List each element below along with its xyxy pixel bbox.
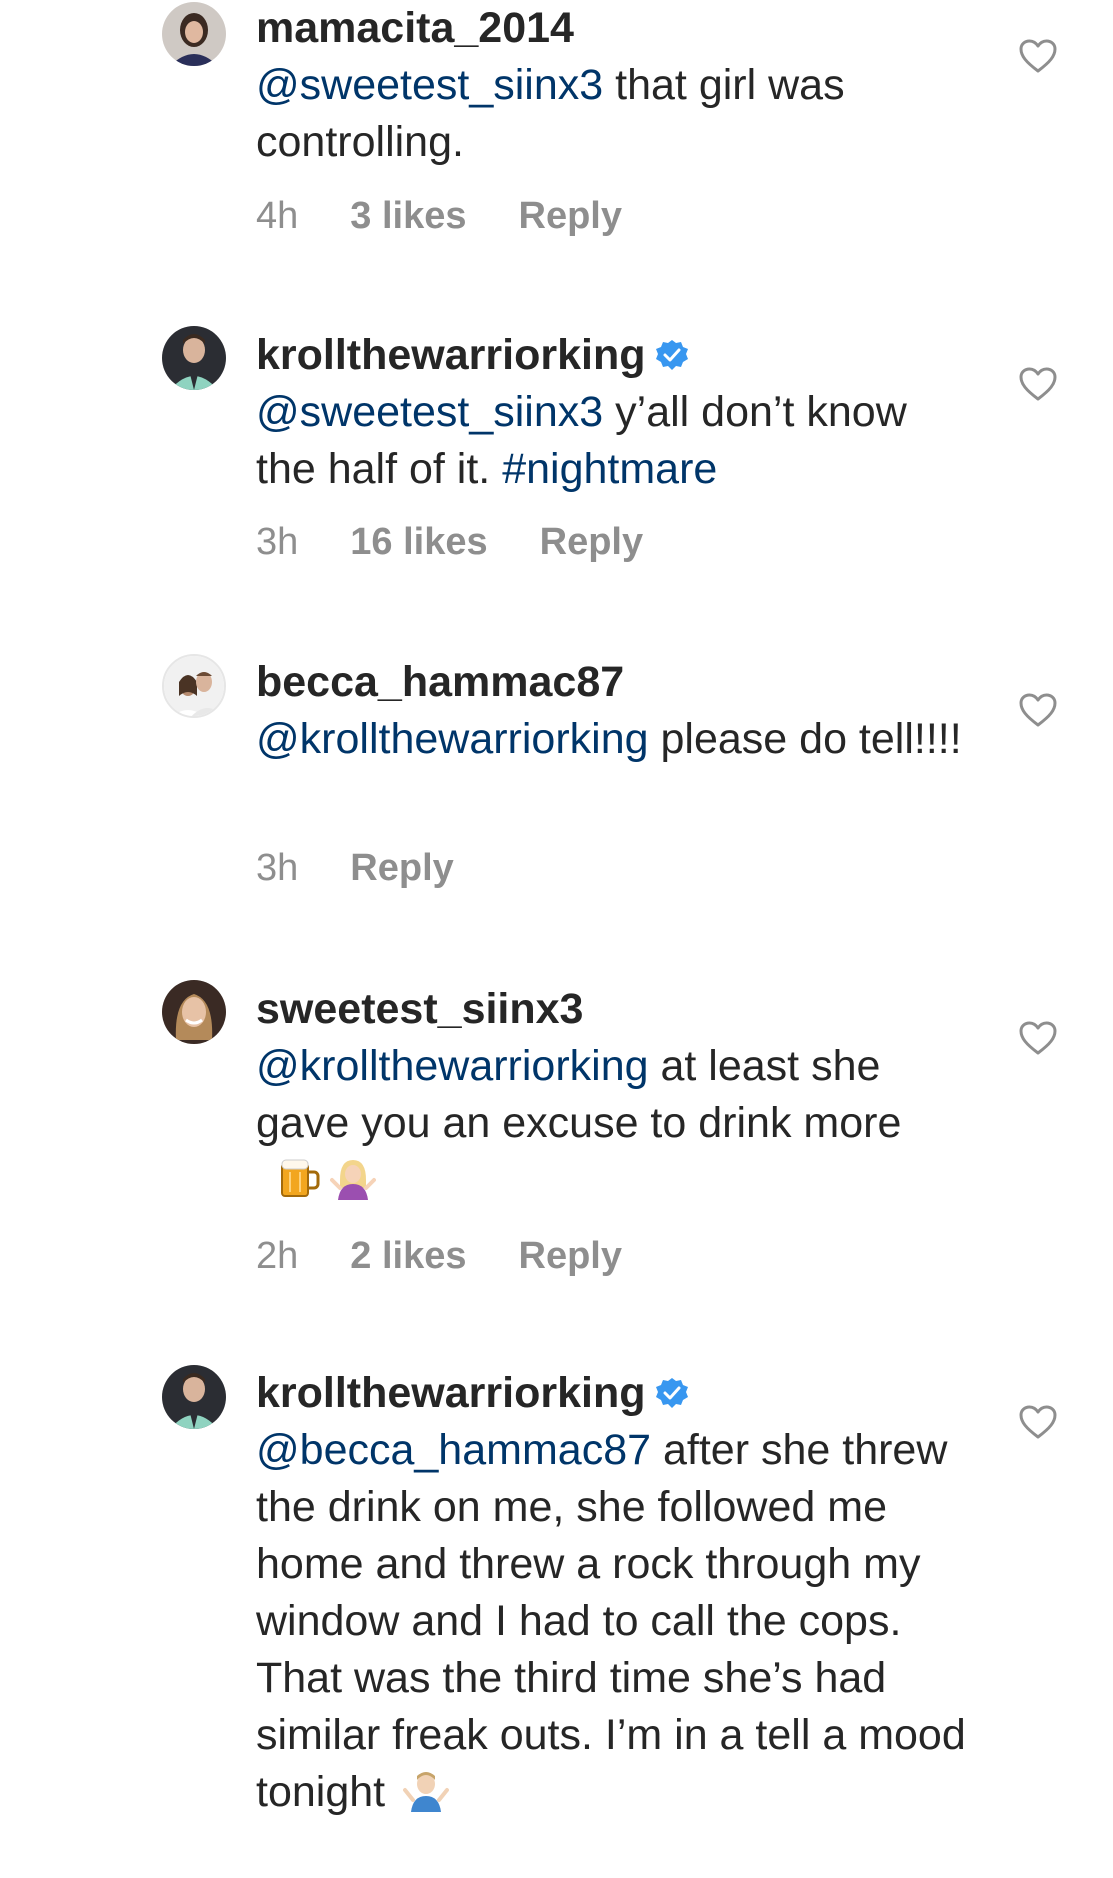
mention-link[interactable]: @sweetest_siinx3 bbox=[256, 388, 603, 436]
likes-count[interactable]: 3 likes bbox=[350, 194, 466, 238]
likes-count[interactable]: 16 likes bbox=[350, 520, 487, 564]
timestamp: 2h bbox=[256, 1235, 299, 1277]
comment-meta: 4h 3 likes Reply bbox=[256, 194, 622, 238]
timestamp: 4h bbox=[256, 195, 299, 237]
username[interactable]: krollthewarriorking bbox=[256, 1369, 645, 1417]
heart-outline-icon[interactable] bbox=[1018, 38, 1058, 74]
username[interactable]: krollthewarriorking bbox=[256, 331, 645, 379]
avatar[interactable] bbox=[162, 980, 226, 1044]
heart-outline-icon[interactable] bbox=[1018, 366, 1058, 402]
hashtag-link[interactable]: #nightmare bbox=[502, 445, 717, 493]
comment-meta: 3h 16 likes Reply bbox=[256, 520, 643, 564]
reply-button[interactable]: Reply bbox=[350, 846, 453, 890]
reply-button[interactable]: Reply bbox=[540, 520, 643, 564]
likes-count[interactable]: 2 likes bbox=[350, 1234, 466, 1278]
comment-meta: 2h 2 likes Reply bbox=[256, 1234, 622, 1278]
reply-button[interactable]: Reply bbox=[519, 194, 622, 238]
comment-meta: 3h Reply bbox=[256, 846, 454, 890]
mention-link[interactable]: @krollthewarriorking bbox=[256, 1042, 649, 1090]
comment-message: please do tell!!!! bbox=[648, 715, 962, 763]
mention-link[interactable]: @becca_hammac87 bbox=[256, 1426, 651, 1474]
comment-text: sweetest_siinx3 @krollthewarriorking at … bbox=[256, 981, 966, 1209]
timestamp: 3h bbox=[256, 847, 299, 889]
reply-button[interactable]: Reply bbox=[519, 1234, 622, 1278]
comment-text: becca_hammac87 @krollthewarriorking plea… bbox=[256, 654, 966, 768]
comment-message: after she threw the drink on me, she fol… bbox=[256, 1426, 966, 1816]
heart-outline-icon[interactable] bbox=[1018, 1020, 1058, 1056]
shrugging-woman-emoji bbox=[330, 1154, 376, 1200]
shrugging-man-emoji bbox=[403, 1766, 450, 1812]
avatar[interactable] bbox=[162, 326, 226, 390]
mention-link[interactable]: @sweetest_siinx3 bbox=[256, 61, 603, 109]
avatar[interactable] bbox=[162, 1365, 226, 1429]
beer-mug-emoji bbox=[276, 1154, 322, 1200]
verified-badge-icon bbox=[655, 1377, 689, 1411]
verified-badge-icon bbox=[655, 339, 689, 373]
username[interactable]: becca_hammac87 bbox=[256, 658, 624, 706]
username[interactable]: sweetest_siinx3 bbox=[256, 985, 583, 1033]
mention-link[interactable]: @krollthewarriorking bbox=[256, 715, 649, 763]
comment-text: krollthewarriorking @becca_hammac87 afte… bbox=[256, 1365, 966, 1821]
avatar[interactable] bbox=[162, 654, 226, 718]
avatar[interactable] bbox=[162, 2, 226, 66]
username[interactable]: mamacita_2014 bbox=[256, 4, 574, 52]
comment-text: mamacita_2014 @sweetest_siinx3 that girl… bbox=[256, 0, 966, 171]
heart-outline-icon[interactable] bbox=[1018, 1404, 1058, 1440]
comment-text: krollthewarriorking @sweetest_siinx3 y’a… bbox=[256, 327, 966, 498]
timestamp: 3h bbox=[256, 521, 299, 563]
heart-outline-icon[interactable] bbox=[1018, 692, 1058, 728]
